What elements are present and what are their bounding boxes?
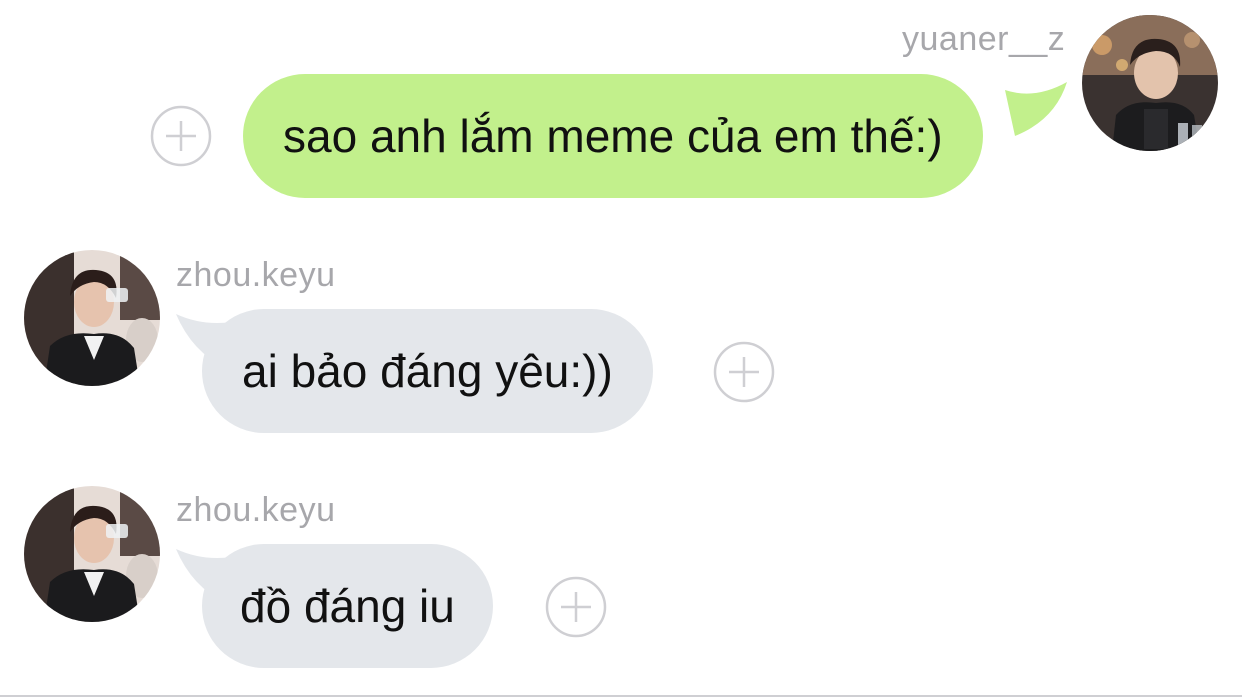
message-bubble[interactable]: ai bảo đáng yêu:)) [202, 309, 653, 433]
message-bubble[interactable]: đồ đáng iu [202, 544, 493, 668]
bubble-tail [1005, 82, 1067, 136]
avatar[interactable] [24, 486, 160, 622]
avatar[interactable] [1082, 15, 1218, 151]
sender-username[interactable]: yuaner__z [902, 22, 1065, 56]
message-text: ai bảo đáng yêu:)) [242, 345, 613, 397]
message-bubble[interactable]: sao anh lắm meme của em thế:) [243, 74, 983, 198]
message-text: sao anh lắm meme của em thế:) [283, 110, 943, 162]
sender-username[interactable]: zhou.keyu [176, 493, 336, 527]
plus-circle-icon[interactable] [713, 341, 775, 403]
plus-circle-icon[interactable] [545, 576, 607, 638]
bottom-divider [0, 695, 1242, 697]
sender-username[interactable]: zhou.keyu [176, 258, 336, 292]
avatar[interactable] [24, 250, 160, 386]
plus-circle-icon[interactable] [150, 105, 212, 167]
message-text: đồ đáng iu [240, 580, 455, 632]
